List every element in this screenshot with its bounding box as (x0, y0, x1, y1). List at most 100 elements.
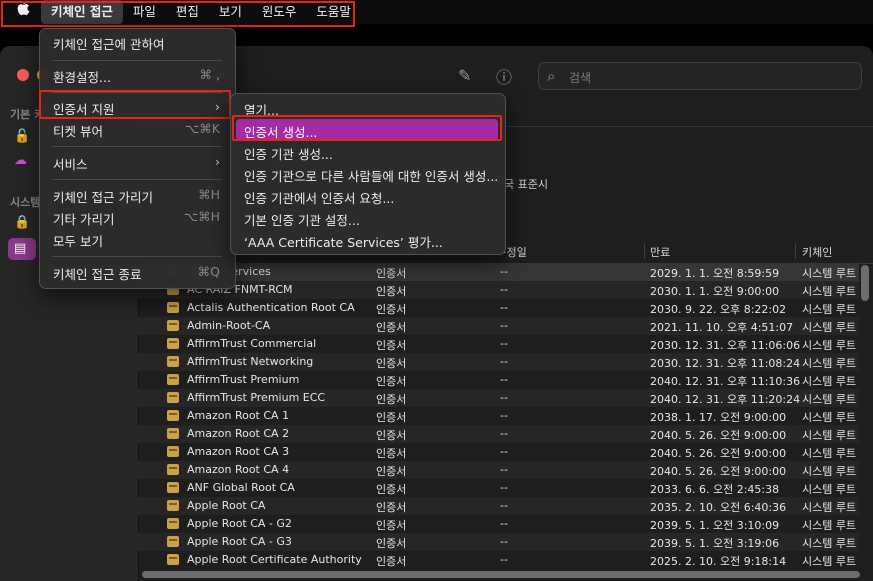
certificate-info-text: 국 표준시 (504, 178, 548, 191)
table-row[interactable]: Amazon Root CA 4 인증서 -- 2040. 5. 26. 오전 9:0… (138, 461, 859, 479)
menu-view[interactable]: 보기 (209, 0, 252, 24)
cell-keychain: 시스템 루트 (802, 411, 857, 424)
search-field[interactable]: ⌕ 검색 (538, 62, 862, 90)
cell-expires: 2040. 5. 26. 오전 9:00:00 (650, 429, 787, 442)
table-row[interactable]: Amazon Root CA 1 인증서 -- 2038. 1. 17. 오전 9:0… (138, 407, 859, 425)
menu-help[interactable]: 도움말 (306, 0, 361, 24)
cell-date: -- (500, 265, 508, 278)
table-row[interactable]: AffirmTrust Premium 인증서 -- 2040. 12. 31. 오후… (138, 371, 859, 389)
cloud-icon: ☁ (14, 153, 27, 168)
cell-kind: 인증서 (376, 483, 407, 496)
table-row[interactable]: Actalis Authentication Root CA 인증서 -- 2030.… (138, 299, 859, 317)
column-separator (795, 243, 796, 259)
menu-item-label: 인증 기관으로 다른 사람들에 대한 인증서 생성... (244, 169, 499, 184)
cell-keychain: 시스템 루트 (802, 303, 857, 316)
menu-item-shortcut: ⌥⌘H (183, 209, 220, 224)
column-header-expires[interactable]: 만료 (650, 244, 670, 260)
cell-expires: 2035. 2. 10. 오전 6:40:36 (650, 501, 787, 514)
cell-expires: 2030. 9. 22. 오후 8:22:02 (650, 303, 787, 316)
table-row[interactable]: Apple Root CA - G2 인증서 -- 2039. 5. 1. 오전 3:… (138, 515, 859, 533)
submenu-item-request-from-ca[interactable]: 인증 기관에서 인증서 요청... (236, 185, 498, 207)
cell-expires: 2030. 1. 1. 오전 9:00:00 (650, 285, 780, 298)
cell-keychain: 시스템 루트 (802, 285, 857, 298)
menu-item-certificate-assistant[interactable]: 인증서 지원 › (45, 96, 228, 118)
menu-item-label: 키체인 접근 가리기 (53, 190, 153, 205)
sidebar-item-system-roots[interactable]: ▤ (8, 238, 36, 260)
cell-date: -- (500, 283, 508, 296)
column-header-date[interactable]: ·정일 (503, 244, 527, 260)
table-row[interactable]: Amazon Root CA 3 인증서 -- 2040. 5. 26. 오전 9:0… (138, 443, 859, 461)
cell-expires: 2039. 5. 1. 오전 3:10:09 (650, 519, 780, 532)
cell-name: Apple Root Certificate Authority (187, 553, 362, 566)
cell-expires: 2030. 12. 31. 오후 11:06:06 (650, 339, 801, 352)
submenu-item-open[interactable]: 열기... (236, 97, 498, 119)
table-row[interactable]: Apple Root CA 인증서 -- 2035. 2. 10. 오전 6:40:3… (138, 497, 859, 515)
apple-logo-icon[interactable] (0, 0, 41, 24)
menu-item-shortcut: ⌥⌘K (184, 121, 220, 136)
cell-date: -- (500, 535, 508, 548)
submenu-item-create-cert-for-others[interactable]: 인증 기관으로 다른 사람들에 대한 인증서 생성... (236, 163, 498, 185)
cell-expires: 2029. 1. 1. 오전 8:59:59 (650, 267, 780, 280)
table-row[interactable]: ificate Services인증서--2029. 1. 1. 오전 8:59… (138, 263, 859, 281)
vertical-scrollbar[interactable] (861, 265, 869, 301)
table-row[interactable]: AffirmTrust Networking 인증서 -- 2030. 12. 31.… (138, 353, 859, 371)
menu-window[interactable]: 윈도우 (252, 0, 307, 24)
cell-expires: 2021. 11. 10. 오후 4:51:07 (650, 321, 794, 334)
menu-keychain-access[interactable]: 키체인 접근 (41, 0, 123, 24)
info-icon[interactable]: ⓘ (496, 64, 512, 88)
submenu-item-create-certificate[interactable]: 인증서 생성... (236, 119, 498, 141)
cell-date: -- (500, 373, 508, 386)
submenu-item-set-default-ca[interactable]: 기본 인증 기관 설정... (236, 207, 498, 229)
submenu-item-create-ca[interactable]: 인증 기관 생성... (236, 141, 498, 163)
menu-item-label: 인증 기관에서 인증서 요청... (244, 191, 395, 206)
table-row[interactable]: AC RAIZ FNMT-RCM 인증서 -- 2030. 1. 1. 오전 9:00… (138, 281, 859, 299)
certificate-icon (167, 464, 179, 475)
menu-item-label: 키체인 접근 종료 (53, 267, 142, 282)
cell-expires: 2040. 5. 26. 오전 9:00:00 (650, 465, 787, 478)
cell-kind: 인증서 (376, 339, 407, 352)
table-row[interactable]: AffirmTrust Premium ECC 인증서 -- 2040. 12. 31… (138, 389, 859, 407)
menu-item-about[interactable]: 키체인 접근에 관하여 (45, 31, 228, 53)
certificate-icon (167, 536, 179, 547)
cell-kind: 인증서 (376, 429, 407, 442)
menu-item-hide[interactable]: 키체인 접근 가리기 ⌘H (45, 184, 228, 206)
horizontal-scrollbar[interactable] (142, 571, 860, 578)
certificate-icon (167, 500, 179, 511)
table-row[interactable]: Admin-Root-CA 인증서 -- 2021. 11. 10. 오후 4:51:… (138, 317, 859, 335)
cell-date: -- (500, 427, 508, 440)
cell-expires: 2039. 5. 1. 오전 3:19:06 (650, 537, 780, 550)
close-button[interactable] (17, 69, 29, 81)
cell-name: Apple Root CA - G3 (187, 535, 292, 548)
cell-kind: 인증서 (376, 303, 407, 316)
cell-name: AffirmTrust Commercial (187, 337, 317, 350)
cell-kind: 인증서 (376, 267, 407, 280)
menu-item-label: 기타 가리기 (53, 212, 115, 227)
cell-keychain: 시스템 루트 (802, 447, 857, 460)
menu-item-label: 인증서 생성... (244, 125, 318, 140)
menu-item-quit[interactable]: 키체인 접근 종료 ⌘Q (45, 261, 228, 283)
menu-item-show-all[interactable]: 모두 보기 (45, 228, 228, 250)
table-row[interactable]: Apple Root Certificate Authority 인증서 -- 202… (138, 551, 859, 569)
menu-item-ticket-viewer[interactable]: 티켓 뷰어 ⌥⌘K (45, 118, 228, 140)
table-row[interactable]: ANF Global Root CA 인증서 -- 2033. 6. 6. 오전 2:… (138, 479, 859, 497)
cell-name: Amazon Root CA 3 (187, 445, 290, 458)
cell-keychain: 시스템 루트 (802, 321, 857, 334)
menu-file[interactable]: 파일 (123, 0, 166, 24)
certificate-icon (167, 554, 179, 565)
table-row[interactable]: Amazon Root CA 2 인증서 -- 2040. 5. 26. 오전 9:0… (138, 425, 859, 443)
cell-name: AffirmTrust Premium (187, 373, 300, 386)
submenu-item-evaluate[interactable]: ‘AAA Certificate Services’ 평가... (236, 229, 498, 251)
menu-edit[interactable]: 편집 (166, 0, 209, 24)
menu-item-hide-others[interactable]: 기타 가리기 ⌥⌘H (45, 206, 228, 228)
cell-kind: 인증서 (376, 393, 407, 406)
menu-item-services[interactable]: 서비스 › (45, 151, 228, 173)
table-row[interactable]: AffirmTrust Commercial 인증서 -- 2030. 12. 31.… (138, 335, 859, 353)
table-row[interactable]: Apple Root CA - G3 인증서 -- 2039. 5. 1. 오전 3:… (138, 533, 859, 551)
cell-date: -- (500, 337, 508, 350)
menu-item-preferences[interactable]: 환경설정... ⌘ , (45, 64, 228, 86)
column-header-keychain[interactable]: 키체인 (802, 244, 832, 260)
menu-separator (52, 146, 222, 147)
cell-expires: 2025. 2. 10. 오전 9:18:14 (650, 555, 787, 568)
compose-icon[interactable]: ✎ (458, 66, 471, 85)
cell-keychain: 시스템 루트 (802, 429, 857, 442)
